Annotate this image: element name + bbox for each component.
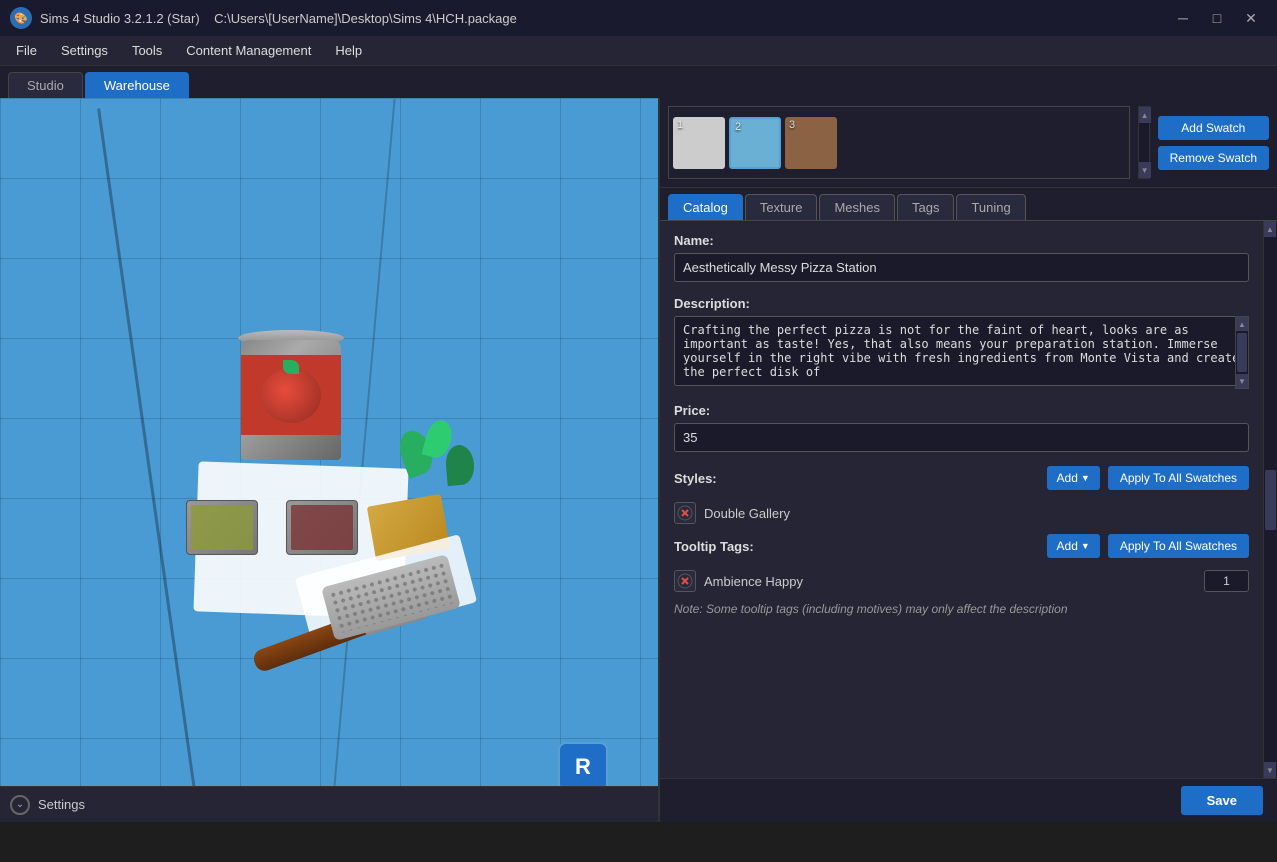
- menu-item-content-management[interactable]: Content Management: [176, 39, 321, 62]
- swatch-scroll-up[interactable]: ▲: [1139, 107, 1151, 123]
- name-input[interactable]: [674, 253, 1249, 282]
- name-label: Name:: [674, 233, 1249, 248]
- maximize-button[interactable]: □: [1201, 7, 1233, 29]
- swatch-3[interactable]: 3: [785, 117, 837, 169]
- app-icon: 🎨: [10, 7, 32, 29]
- tooltip-tag-item-ambience: Ambience Happy: [674, 568, 1249, 594]
- remove-swatch-button[interactable]: Remove Swatch: [1158, 146, 1269, 170]
- price-group: Price:: [674, 403, 1249, 452]
- tooltip-tags-row: Tooltip Tags: Add ▼ Apply To All Swatche…: [674, 534, 1249, 558]
- swatch-2[interactable]: 2: [729, 117, 781, 169]
- form-scrollbar: ▲ ▼: [1263, 221, 1277, 778]
- bottom-bar: Save: [660, 778, 1277, 822]
- swatch-buttons: Add Swatch Remove Swatch: [1158, 106, 1269, 179]
- menu-bar: FileSettingsToolsContent ManagementHelp: [0, 36, 1277, 66]
- apply-all-tooltip-button[interactable]: Apply To All Swatches: [1108, 534, 1249, 558]
- tomato-can: [236, 330, 346, 470]
- style-name: Double Gallery: [704, 506, 1249, 521]
- title-text: Sims 4 Studio 3.2.1.2 (Star) C:\Users\[U…: [40, 11, 1159, 26]
- main-tabs-bar: Studio Warehouse: [0, 66, 1277, 98]
- ingredient-box-left: [186, 500, 258, 555]
- right-panel: 1 2 3 ▲ ▼ Add Swatch Remove Swatch Catal…: [660, 98, 1277, 822]
- add-tooltip-arrow: ▼: [1081, 541, 1090, 551]
- desc-scroll-up[interactable]: ▲: [1236, 317, 1248, 331]
- viewport-bottom-bar: ⌄ Settings: [0, 786, 658, 822]
- name-group: Name:: [674, 233, 1249, 282]
- tooltip-tag-value[interactable]: [1204, 570, 1249, 592]
- style-item-double-gallery: Double Gallery: [674, 500, 1249, 526]
- tooltip-tag-name: Ambience Happy: [704, 574, 1196, 589]
- viewport-objects: [106, 270, 486, 650]
- tab-warehouse[interactable]: Warehouse: [85, 72, 189, 98]
- menu-item-help[interactable]: Help: [325, 39, 372, 62]
- form-scroll-down[interactable]: ▼: [1264, 762, 1276, 778]
- can-label: [241, 355, 341, 435]
- menu-item-file[interactable]: File: [6, 39, 47, 62]
- swatches-container: 1 2 3: [668, 106, 1130, 179]
- close-button[interactable]: ✕: [1235, 7, 1267, 29]
- main-content: R ⌄ Settings 1 2 3 ▲ ▼: [0, 98, 1277, 822]
- form-area: Name: Description: Crafting the perfect …: [660, 221, 1263, 778]
- ingredient-box-right: [286, 500, 358, 555]
- can-tomato: [261, 368, 321, 423]
- swatch-1[interactable]: 1: [673, 117, 725, 169]
- tab-catalog[interactable]: Catalog: [668, 194, 743, 220]
- form-scroll-thumb: [1265, 470, 1276, 530]
- desc-scroll-thumb: [1237, 333, 1247, 372]
- description-input[interactable]: Crafting the perfect pizza is not for th…: [674, 316, 1249, 386]
- title-bar: 🎨 Sims 4 Studio 3.2.1.2 (Star) C:\Users\…: [0, 0, 1277, 36]
- apply-all-styles-button[interactable]: Apply To All Swatches: [1108, 466, 1249, 490]
- tab-texture[interactable]: Texture: [745, 194, 818, 220]
- price-label: Price:: [674, 403, 1249, 418]
- desc-scroll-down[interactable]: ▼: [1236, 374, 1248, 388]
- window-controls: ─ □ ✕: [1167, 7, 1267, 29]
- swatch-scroll-down[interactable]: ▼: [1139, 162, 1151, 178]
- tooltip-tags-label: Tooltip Tags:: [674, 539, 794, 554]
- add-tooltip-button[interactable]: Add ▼: [1047, 534, 1100, 558]
- save-button[interactable]: Save: [1181, 786, 1263, 815]
- form-scroll-up[interactable]: ▲: [1264, 221, 1276, 237]
- price-input[interactable]: [674, 423, 1249, 452]
- add-style-button[interactable]: Add ▼: [1047, 466, 1100, 490]
- tab-meshes[interactable]: Meshes: [819, 194, 895, 220]
- remove-style-button[interactable]: [674, 502, 696, 524]
- styles-row: Styles: Add ▼ Apply To All Swatches: [674, 466, 1249, 490]
- ingredient-fill-red: [291, 505, 353, 550]
- description-group: Description: Crafting the perfect pizza …: [674, 296, 1249, 389]
- x-circle-icon: [677, 505, 693, 521]
- settings-chevron[interactable]: ⌄: [10, 795, 30, 815]
- basil-leaf-3: [444, 444, 475, 486]
- remove-tooltip-button[interactable]: [674, 570, 696, 592]
- add-swatch-button[interactable]: Add Swatch: [1158, 116, 1269, 140]
- tooltip-tags-section: Tooltip Tags: Add ▼ Apply To All Swatche…: [674, 534, 1249, 616]
- tab-tuning[interactable]: Tuning: [956, 194, 1025, 220]
- tab-studio[interactable]: Studio: [8, 72, 83, 98]
- viewport: R ⌄ Settings: [0, 98, 660, 822]
- ingredient-fill-green: [191, 505, 253, 550]
- r-badge: R: [558, 742, 608, 792]
- desc-scrollbar: ▲ ▼: [1235, 316, 1249, 389]
- can-body: [241, 340, 341, 460]
- menu-item-settings[interactable]: Settings: [51, 39, 118, 62]
- styles-label: Styles:: [674, 471, 794, 486]
- swatch-num-2: 2: [735, 121, 741, 133]
- menu-item-tools[interactable]: Tools: [122, 39, 172, 62]
- swatch-scroll: ▲ ▼: [1138, 106, 1150, 179]
- tab-tags[interactable]: Tags: [897, 194, 954, 220]
- add-style-arrow: ▼: [1081, 473, 1090, 483]
- swatch-num-3: 3: [789, 119, 795, 131]
- swatches-area: 1 2 3 ▲ ▼ Add Swatch Remove Swatch: [660, 98, 1277, 188]
- x-circle-icon-tooltip: [677, 573, 693, 589]
- settings-label: Settings: [38, 797, 85, 812]
- catalog-tabs-bar: Catalog Texture Meshes Tags Tuning: [660, 188, 1277, 221]
- tooltip-note: Note: Some tooltip tags (including motiv…: [674, 602, 1249, 616]
- form-scrollable: Name: Description: Crafting the perfect …: [660, 221, 1277, 778]
- swatch-num-1: 1: [677, 119, 683, 131]
- minimize-button[interactable]: ─: [1167, 7, 1199, 29]
- description-label: Description:: [674, 296, 1249, 311]
